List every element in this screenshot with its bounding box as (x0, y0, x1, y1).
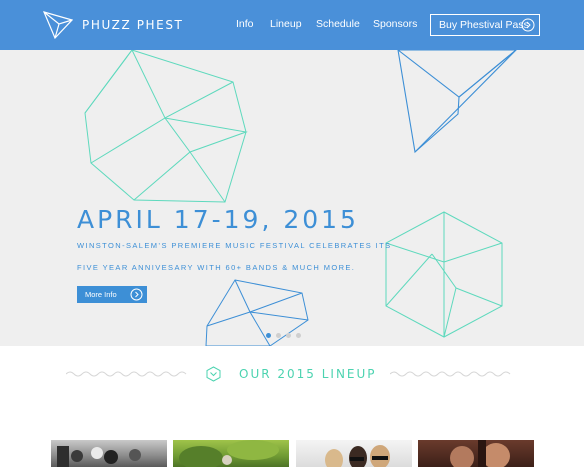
band-photo-people (325, 445, 390, 467)
nav-info[interactable]: Info (236, 18, 254, 30)
more-info-label: More Info (85, 290, 117, 299)
buy-pass-button[interactable]: Buy Phestival Pass (430, 14, 540, 36)
paper-plane-logo-icon[interactable] (43, 11, 73, 39)
hexagon-chevron-down-icon (206, 366, 221, 382)
band-photo-foliage (179, 440, 279, 467)
hero-subtitle-line-2: FIVE YEAR ANNIVESARY WITH 60+ BANDS & MU… (77, 263, 356, 272)
lineup-section-header: OUR 2015 LINEUP (0, 346, 584, 406)
brand-name[interactable]: PHUZZ PHEST (82, 18, 183, 32)
hero-subtitle-line-1: WINSTON-SALEM’S PREMIERE MUSIC FESTIVAL … (77, 241, 392, 250)
lineup-band-photo[interactable] (418, 440, 534, 467)
wave-divider-right (390, 371, 511, 377)
hero-section: APRIL 17-19, 2015 WINSTON-SALEM’S PREMIE… (0, 50, 584, 346)
site-header: PHUZZ PHEST Info Lineup Schedule Sponsor… (0, 0, 584, 50)
band-photo-faces (450, 440, 510, 467)
buy-pass-label: Buy Phestival Pass (439, 19, 529, 31)
carousel-dot[interactable] (286, 333, 291, 338)
nav-schedule[interactable]: Schedule (316, 18, 360, 30)
nav-sponsors[interactable]: Sponsors (373, 18, 417, 30)
band-photo-figures (57, 446, 141, 467)
nav-lineup[interactable]: Lineup (270, 18, 302, 30)
lineup-band-photo[interactable] (296, 440, 412, 467)
chevron-right-circle-icon (130, 288, 143, 301)
carousel-dot[interactable] (266, 333, 271, 338)
carousel-dot[interactable] (296, 333, 301, 338)
lineup-band-photo[interactable] (51, 440, 167, 467)
wave-divider-left (66, 371, 187, 377)
carousel-dot[interactable] (276, 333, 281, 338)
lineup-band-photo[interactable] (173, 440, 289, 467)
more-info-button[interactable]: More Info (77, 286, 147, 303)
event-date-title: APRIL 17-19, 2015 (77, 205, 359, 234)
lineup-section-title: OUR 2015 LINEUP (239, 367, 377, 381)
chevron-right-circle-icon (521, 18, 535, 32)
carousel-pagination (266, 333, 301, 338)
